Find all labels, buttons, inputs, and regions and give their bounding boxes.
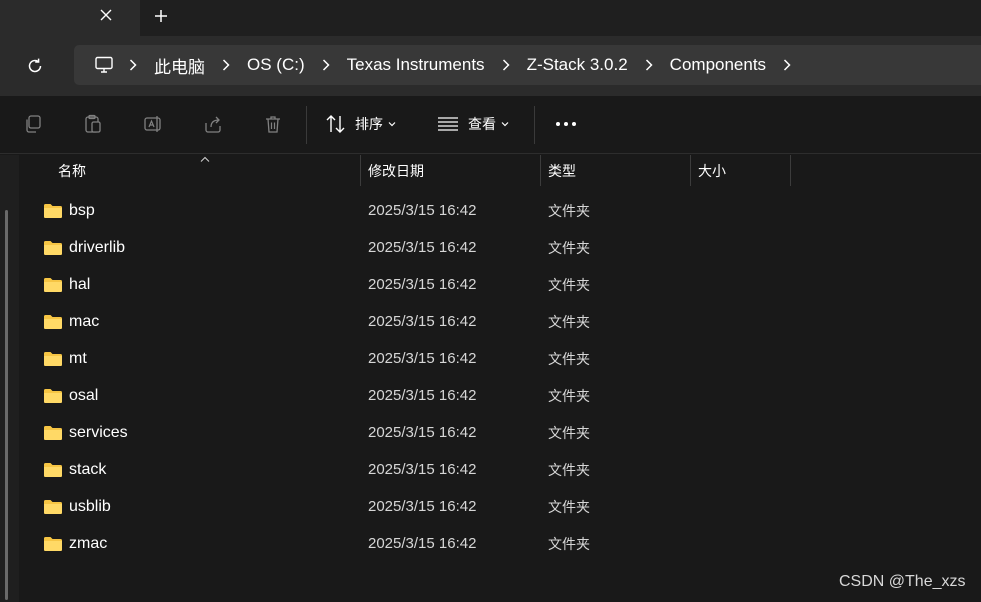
- paste-icon[interactable]: [81, 112, 105, 136]
- sort-label: 排序: [355, 117, 383, 133]
- file-modified: 2025/3/15 16:42: [368, 313, 477, 330]
- file-name: zmac: [69, 534, 108, 552]
- delete-icon[interactable]: [261, 112, 285, 136]
- folder-icon: [44, 277, 62, 292]
- file-row[interactable]: osal 2025/3/15 16:42 文件夹: [19, 377, 981, 414]
- chevron-down-icon: [500, 120, 510, 128]
- column-divider[interactable]: [360, 155, 361, 186]
- folder-icon: [44, 240, 62, 255]
- rename-icon[interactable]: [141, 112, 165, 136]
- breadcrumb-components[interactable]: Components: [660, 50, 776, 80]
- file-row[interactable]: stack 2025/3/15 16:42 文件夹: [19, 451, 981, 488]
- file-row[interactable]: mt 2025/3/15 16:42 文件夹: [19, 340, 981, 377]
- chevron-down-icon: [387, 120, 397, 128]
- file-modified: 2025/3/15 16:42: [368, 387, 477, 404]
- column-header-type[interactable]: 类型: [548, 155, 688, 187]
- file-modified: 2025/3/15 16:42: [368, 202, 477, 219]
- file-row[interactable]: hal 2025/3/15 16:42 文件夹: [19, 266, 981, 303]
- file-row[interactable]: bsp 2025/3/15 16:42 文件夹: [19, 192, 981, 229]
- file-row[interactable]: services 2025/3/15 16:42 文件夹: [19, 414, 981, 451]
- folder-icon: [44, 388, 62, 403]
- column-header-size[interactable]: 大小: [698, 155, 788, 187]
- file-type: 文件夹: [548, 277, 590, 294]
- folder-icon: [44, 462, 62, 477]
- column-header-modified[interactable]: 修改日期: [368, 155, 538, 187]
- file-type: 文件夹: [548, 388, 590, 405]
- view-label: 查看: [468, 117, 496, 133]
- file-modified: 2025/3/15 16:42: [368, 535, 477, 552]
- file-modified: 2025/3/15 16:42: [368, 424, 477, 441]
- refresh-icon[interactable]: [22, 53, 48, 79]
- toolbar-divider: [306, 106, 307, 144]
- column-divider[interactable]: [540, 155, 541, 186]
- file-name: services: [69, 423, 128, 441]
- folder-icon: [44, 425, 62, 440]
- file-name: stack: [69, 460, 107, 478]
- file-name: osal: [69, 386, 99, 404]
- file-name: usblib: [69, 497, 111, 515]
- file-name: hal: [69, 275, 91, 293]
- folder-icon: [44, 351, 62, 366]
- navigation-pane: [0, 155, 19, 602]
- more-icon[interactable]: [554, 116, 578, 132]
- file-modified: 2025/3/15 16:42: [368, 239, 477, 256]
- command-toolbar: 排序 查看: [0, 96, 981, 154]
- current-tab[interactable]: [0, 0, 140, 36]
- file-row[interactable]: driverlib 2025/3/15 16:42 文件夹: [19, 229, 981, 266]
- view-button[interactable]: 查看: [437, 110, 510, 138]
- tab-strip: [0, 0, 981, 36]
- file-name: bsp: [69, 201, 95, 219]
- file-name: mt: [69, 349, 87, 367]
- close-icon[interactable]: [95, 4, 117, 26]
- file-type: 文件夹: [548, 462, 590, 479]
- chevron-right-icon[interactable]: [122, 50, 144, 80]
- share-icon[interactable]: [201, 112, 225, 136]
- view-icon: [437, 116, 459, 132]
- file-list: 名称 修改日期 类型 大小 bsp 2025/3/15 16:42 文件夹 dr…: [19, 155, 981, 602]
- toolbar-divider: [534, 106, 535, 144]
- sort-button[interactable]: 排序: [325, 110, 397, 138]
- file-row[interactable]: mac 2025/3/15 16:42 文件夹: [19, 303, 981, 340]
- column-divider[interactable]: [790, 155, 791, 186]
- chevron-right-icon[interactable]: [495, 50, 517, 80]
- breadcrumb-z-stack[interactable]: Z-Stack 3.0.2: [517, 50, 638, 80]
- file-modified: 2025/3/15 16:42: [368, 276, 477, 293]
- file-row[interactable]: usblib 2025/3/15 16:42 文件夹: [19, 488, 981, 525]
- chevron-right-icon[interactable]: [315, 50, 337, 80]
- file-type: 文件夹: [548, 314, 590, 331]
- navigation-pane-scrollbar[interactable]: [5, 210, 8, 600]
- file-type: 文件夹: [548, 351, 590, 368]
- file-type: 文件夹: [548, 240, 590, 257]
- chevron-right-icon[interactable]: [638, 50, 660, 80]
- file-modified: 2025/3/15 16:42: [368, 498, 477, 515]
- breadcrumb-this-pc[interactable]: 此电脑: [144, 50, 215, 80]
- watermark-text: CSDN @The_xzs: [839, 573, 966, 590]
- file-modified: 2025/3/15 16:42: [368, 350, 477, 367]
- sort-icon: [325, 114, 347, 134]
- folder-icon: [44, 536, 62, 551]
- file-type: 文件夹: [548, 536, 590, 553]
- file-name: driverlib: [69, 238, 126, 256]
- folder-icon: [44, 499, 62, 514]
- file-type: 文件夹: [548, 499, 590, 516]
- file-type: 文件夹: [548, 203, 590, 220]
- folder-icon: [44, 314, 62, 329]
- plus-icon[interactable]: [150, 5, 172, 27]
- file-row[interactable]: zmac 2025/3/15 16:42 文件夹: [19, 525, 981, 562]
- file-type: 文件夹: [548, 425, 590, 442]
- column-header-name[interactable]: 名称: [58, 155, 358, 187]
- chevron-right-icon[interactable]: [776, 50, 798, 80]
- breadcrumb-os-c[interactable]: OS (C:): [237, 50, 315, 80]
- column-divider[interactable]: [690, 155, 691, 186]
- copy-icon[interactable]: [21, 112, 45, 136]
- chevron-right-icon[interactable]: [215, 50, 237, 80]
- computer-icon[interactable]: [86, 50, 122, 80]
- navigation-bar: 此电脑 OS (C:) Texas Instruments Z-Stack 3.…: [0, 36, 981, 96]
- folder-icon: [44, 203, 62, 218]
- breadcrumb-texas-instruments[interactable]: Texas Instruments: [337, 50, 495, 80]
- file-modified: 2025/3/15 16:42: [368, 461, 477, 478]
- address-bar[interactable]: 此电脑 OS (C:) Texas Instruments Z-Stack 3.…: [74, 45, 981, 85]
- column-headers: 名称 修改日期 类型 大小: [19, 155, 981, 187]
- file-name: mac: [69, 312, 100, 330]
